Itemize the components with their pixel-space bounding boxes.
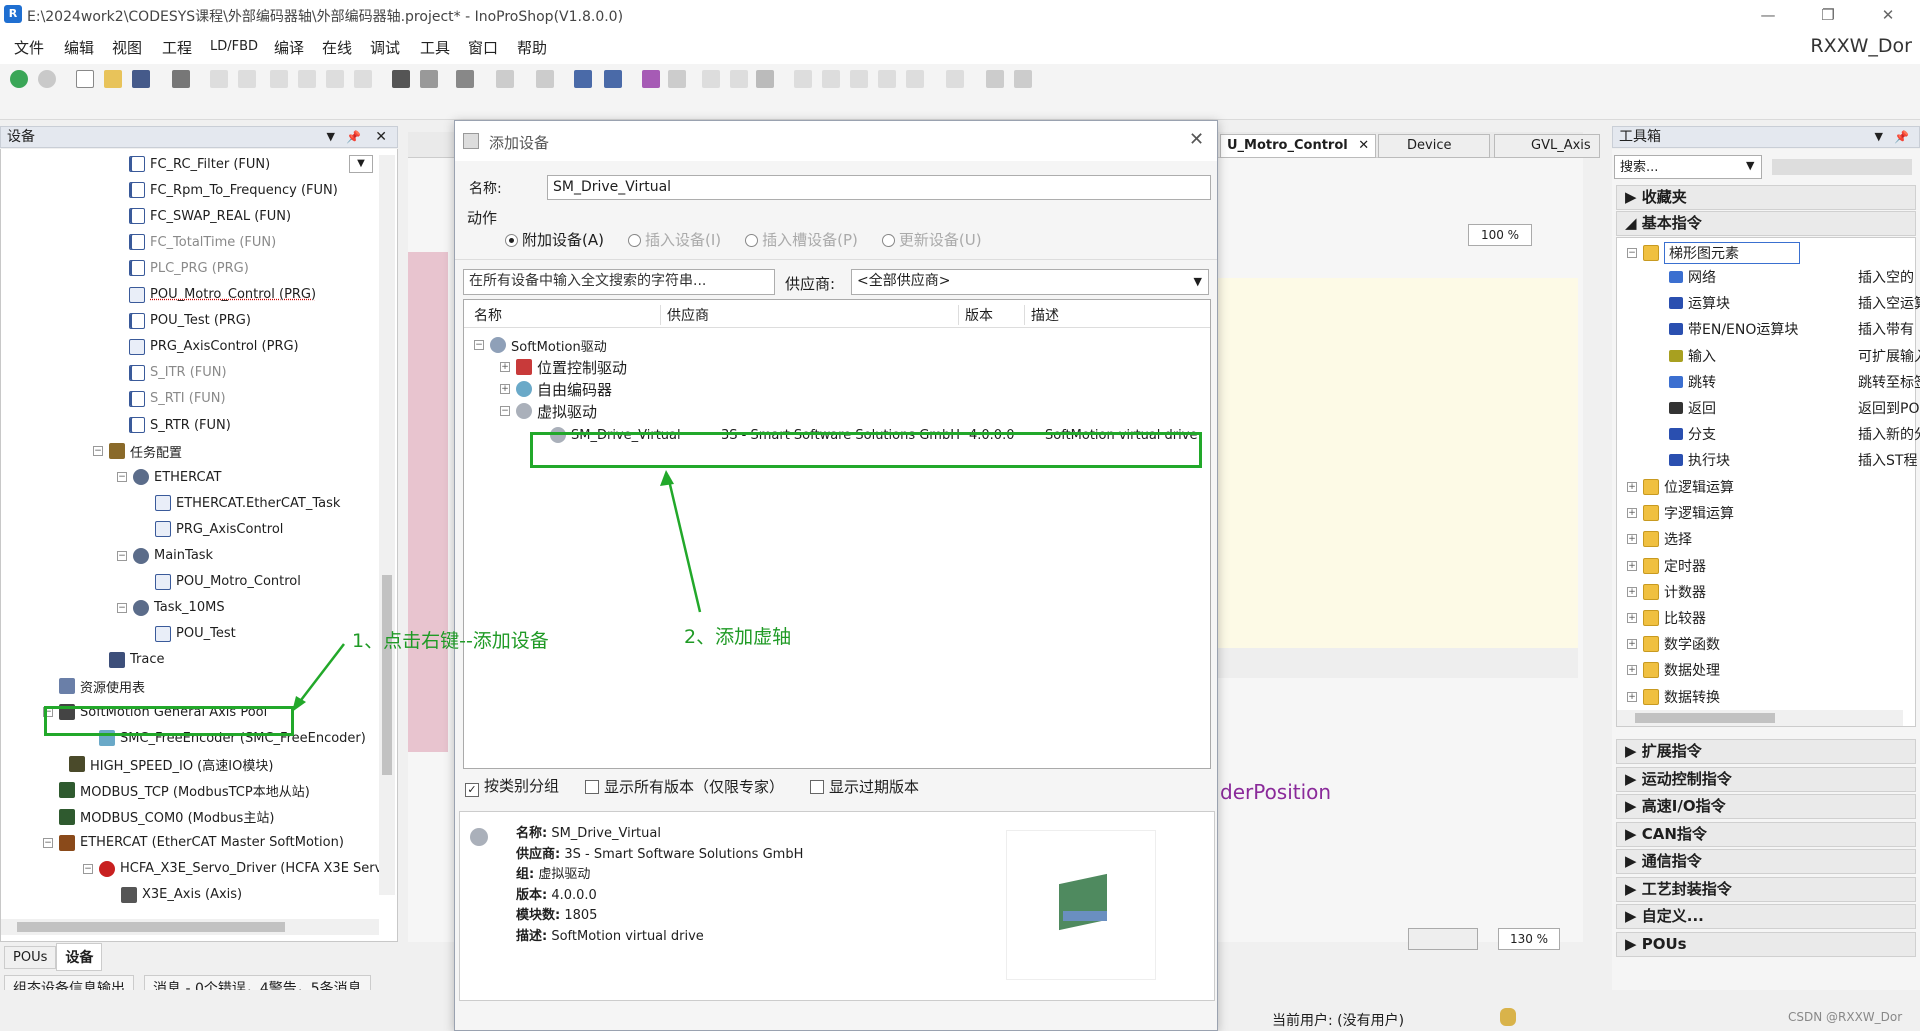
annotation-arrows [292, 470, 702, 712]
annotation-step1: 1、点击右键--添加设备 [352, 630, 549, 652]
annotation-step2: 2、添加虚轴 [684, 626, 792, 648]
